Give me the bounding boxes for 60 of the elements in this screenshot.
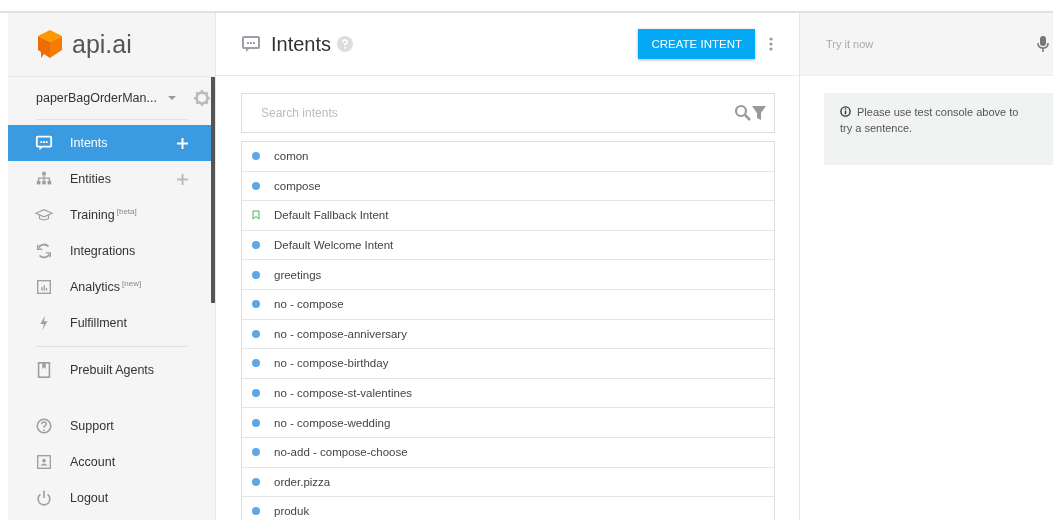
intent-row[interactable]: Default Fallback Intent: [242, 201, 774, 231]
status-dot: [252, 181, 260, 190]
power-icon: [35, 489, 53, 507]
bookmark-icon: [252, 210, 260, 221]
sidebar-item[interactable]: Support: [8, 408, 215, 444]
search-icon[interactable]: [734, 104, 752, 122]
status-dot: [252, 152, 260, 161]
intent-row[interactable]: no - compose: [242, 289, 774, 320]
chat-bubble-icon: [35, 134, 53, 152]
intent-row[interactable]: no-add - compose-choose: [242, 437, 774, 468]
status-dot: [252, 270, 260, 279]
status-dot: [252, 389, 260, 398]
agent-name[interactable]: paperBagOrderMan...: [36, 91, 157, 105]
label-tag: [beta]: [116, 207, 137, 216]
chat-bubble-icon: [241, 34, 261, 54]
label-tag: [new]: [122, 279, 142, 288]
sidebar-item[interactable]: Integrations: [8, 233, 215, 269]
book-icon: [35, 361, 53, 379]
search-box[interactable]: Search intents: [241, 93, 775, 133]
sidebar-item[interactable]: Entities: [8, 161, 215, 197]
intent-row[interactable]: no - compose-wedding: [242, 408, 774, 438]
intent-row[interactable]: no - compose-birthday: [242, 349, 774, 379]
status-dot: [252, 329, 260, 338]
status-dot: [252, 448, 260, 457]
scrollbar[interactable]: [211, 77, 215, 303]
page-title: Intents: [271, 32, 332, 56]
status-dot: [252, 507, 260, 516]
intent-row[interactable]: greetings: [242, 260, 774, 290]
caret-icon[interactable]: [166, 95, 177, 101]
graduation-cap-icon: [35, 206, 53, 224]
intent-row[interactable]: order.pizza: [242, 467, 774, 498]
intent-row[interactable]: comon: [242, 142, 774, 172]
settings-icon[interactable]: [192, 89, 211, 107]
sidebar-item[interactable]: Logout: [8, 480, 215, 516]
more-icon[interactable]: [769, 37, 773, 51]
person-card-icon: [35, 453, 53, 471]
intent-row[interactable]: Default Welcome Intent: [242, 230, 774, 261]
sidebar-item[interactable]: Account: [8, 444, 215, 480]
status-dot: [252, 477, 260, 486]
search-field[interactable]: Search intents: [259, 105, 734, 121]
plus-icon[interactable]: [176, 172, 189, 186]
status-dot: [252, 300, 260, 309]
info-icon: [840, 106, 851, 117]
microphone-icon[interactable]: [1037, 35, 1049, 53]
intent-row[interactable]: produk: [242, 497, 774, 520]
intent-row[interactable]: no - compose-st-valentines: [242, 378, 774, 409]
help-icon: [35, 417, 53, 435]
sidebar-item[interactable]: Prebuilt Agents: [8, 352, 215, 388]
intent-row[interactable]: no - compose-anniversary: [242, 319, 774, 350]
filter-icon[interactable]: [752, 105, 766, 121]
status-dot: [252, 241, 260, 250]
bar-chart-icon: [35, 278, 53, 296]
info-message: Please use test console above to try a sentence.: [824, 93, 1053, 165]
status-dot: [252, 418, 260, 427]
intent-row[interactable]: compose: [242, 171, 774, 202]
sidebar-item[interactable]: Fulfillment: [8, 305, 215, 341]
status-dot: [252, 359, 260, 368]
logo-text: api.ai: [72, 30, 132, 59]
test-console-field[interactable]: Try it now: [824, 37, 1037, 51]
refresh-icon: [35, 242, 53, 260]
